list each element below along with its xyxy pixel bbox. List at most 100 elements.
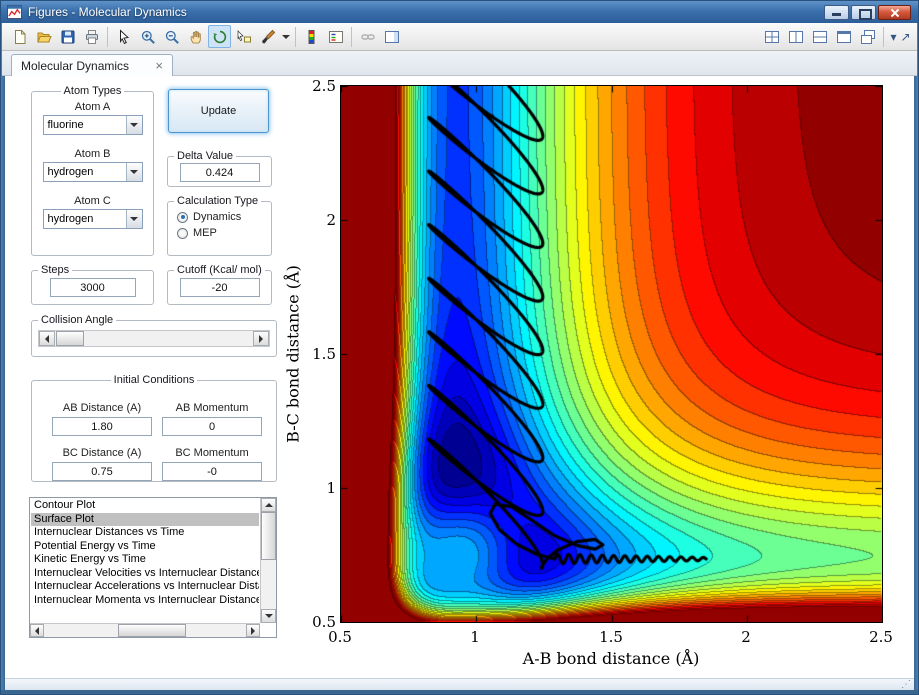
scroll-up-arrow[interactable] xyxy=(261,498,276,512)
tab-molecular-dynamics[interactable]: Molecular Dynamics × xyxy=(11,54,173,76)
slider-right-arrow[interactable] xyxy=(253,331,269,346)
y-tick-label: 1 xyxy=(326,479,336,497)
x-tick-label: 2 xyxy=(741,628,751,646)
atom-types-panel: Atom Types Atom A fluorine Atom B hydrog… xyxy=(31,85,154,256)
atom-b-dropdown[interactable]: hydrogen xyxy=(42,162,143,182)
collapse-toolbar-icon[interactable]: ▾ xyxy=(888,25,899,48)
horizontal-scroll-thumb[interactable] xyxy=(118,624,186,637)
tab-close-icon[interactable]: × xyxy=(155,59,163,72)
link-plots-icon[interactable] xyxy=(356,25,379,48)
pes-canvas[interactable] xyxy=(341,86,882,622)
chevron-down-icon[interactable] xyxy=(125,163,142,181)
x-axis-label: A-B bond distance (Å) xyxy=(522,649,700,668)
radio-dynamics[interactable]: Dynamics xyxy=(177,211,271,223)
axes-frame xyxy=(340,85,883,623)
open-file-icon[interactable] xyxy=(32,25,55,48)
list-item[interactable]: Internuclear Accelerations vs Internucle… xyxy=(31,580,259,594)
tile-single-icon[interactable] xyxy=(832,25,855,48)
x-tick-label: 1 xyxy=(470,628,480,646)
pointer-icon[interactable] xyxy=(112,25,135,48)
layout-cluster: ▾ ↗ xyxy=(760,25,911,48)
list-item[interactable]: Potential Energy vs Time xyxy=(31,540,259,554)
zoom-in-icon[interactable] xyxy=(136,25,159,48)
toolbar-separator xyxy=(107,26,108,47)
cutoff-input[interactable] xyxy=(179,278,260,297)
scroll-down-arrow[interactable] xyxy=(261,609,276,623)
listbox-vertical-scrollbar[interactable] xyxy=(260,498,276,623)
window-border-right xyxy=(914,23,918,694)
tile-left-right-icon[interactable] xyxy=(784,25,807,48)
list-item[interactable]: Contour Plot xyxy=(31,499,259,513)
pan-icon[interactable] xyxy=(184,25,207,48)
ab-distance-input[interactable] xyxy=(52,417,152,436)
resize-grip-icon[interactable]: ⋰ xyxy=(901,679,911,690)
list-item[interactable]: Internuclear Momenta vs Internuclear Dis… xyxy=(31,594,259,608)
delta-value-panel: Delta Value xyxy=(167,150,272,187)
save-figure-icon[interactable] xyxy=(56,25,79,48)
ab-momentum-label: AB Momentum xyxy=(175,402,249,414)
list-item[interactable]: Kinetic Energy vs Time xyxy=(31,553,259,567)
tab-label: Molecular Dynamics xyxy=(21,58,130,73)
tile-grid-icon[interactable] xyxy=(760,25,783,48)
radio-unselected-icon xyxy=(177,227,188,239)
new-figure-icon[interactable] xyxy=(8,25,31,48)
scroll-left-arrow[interactable] xyxy=(30,624,44,637)
close-button[interactable] xyxy=(878,5,911,20)
data-cursor-icon[interactable] xyxy=(232,25,255,48)
float-windows-icon[interactable] xyxy=(856,25,879,48)
plot-browser-icon[interactable] xyxy=(380,25,403,48)
window-border-left xyxy=(1,23,5,694)
steps-legend: Steps xyxy=(41,264,70,276)
toolbar: ▾ ↗ xyxy=(2,23,917,51)
atom-types-legend: Atom Types xyxy=(63,85,122,97)
bc-momentum-input[interactable] xyxy=(162,462,262,481)
print-figure-icon[interactable] xyxy=(80,25,103,48)
update-button[interactable]: Update xyxy=(168,89,269,133)
brush-icon[interactable] xyxy=(256,25,279,48)
tile-top-bottom-icon[interactable] xyxy=(808,25,831,48)
insert-legend-icon[interactable] xyxy=(324,25,347,48)
delta-value-legend: Delta Value xyxy=(177,150,234,162)
y-tick-label: 2.5 xyxy=(312,77,336,95)
listbox-horizontal-scrollbar[interactable] xyxy=(30,623,260,637)
radio-mep[interactable]: MEP xyxy=(177,227,271,239)
titlebar[interactable]: Figures - Molecular Dynamics xyxy=(1,1,918,23)
vertical-scroll-thumb[interactable] xyxy=(261,512,276,560)
radio-mep-label: MEP xyxy=(193,227,217,239)
list-item-selected[interactable]: Surface Plot xyxy=(31,512,259,526)
collision-angle-legend: Collision Angle xyxy=(41,314,114,326)
cutoff-panel: Cutoff (Kcal/ mol) xyxy=(167,264,272,305)
toolbar-separator xyxy=(351,26,352,47)
insert-colorbar-icon[interactable] xyxy=(300,25,323,48)
slider-left-arrow[interactable] xyxy=(39,331,55,346)
window-title: Figures - Molecular Dynamics xyxy=(28,5,187,19)
list-item[interactable]: Internuclear Velocities vs Internuclear … xyxy=(31,567,259,581)
atom-c-label: Atom C xyxy=(74,195,111,207)
slider-thumb[interactable] xyxy=(56,331,84,346)
list-item[interactable]: Internuclear Distances vs Time xyxy=(31,526,259,540)
collision-angle-panel: Collision Angle xyxy=(31,314,277,357)
steps-input[interactable] xyxy=(49,278,136,297)
delta-value-input[interactable] xyxy=(179,163,260,182)
minimize-button[interactable] xyxy=(824,5,849,20)
chevron-down-icon[interactable] xyxy=(125,116,142,134)
maximize-button[interactable] xyxy=(851,5,876,20)
atom-c-dropdown[interactable]: hydrogen xyxy=(42,209,143,229)
scroll-right-arrow[interactable] xyxy=(246,624,260,637)
atom-a-dropdown[interactable]: fluorine xyxy=(42,115,143,135)
atom-a-value: fluorine xyxy=(47,119,84,131)
ab-momentum-input[interactable] xyxy=(162,417,262,436)
undock-figure-icon[interactable]: ↗ xyxy=(900,25,911,48)
bc-distance-input[interactable] xyxy=(52,462,152,481)
chevron-down-icon[interactable] xyxy=(125,210,142,228)
rotate-3d-icon[interactable] xyxy=(208,25,231,48)
zoom-out-icon[interactable] xyxy=(160,25,183,48)
x-tick-label: 2.5 xyxy=(869,628,893,646)
brush-dropdown-icon[interactable] xyxy=(280,25,291,48)
calculation-type-legend: Calculation Type xyxy=(177,195,259,207)
collision-angle-slider[interactable] xyxy=(38,330,270,347)
bc-distance-label: BC Distance (A) xyxy=(62,447,142,459)
atom-b-value: hydrogen xyxy=(47,166,94,178)
plot-type-listbox[interactable]: Contour Plot Surface Plot Internuclear D… xyxy=(29,497,277,638)
x-tick-label: 0.5 xyxy=(328,628,352,646)
